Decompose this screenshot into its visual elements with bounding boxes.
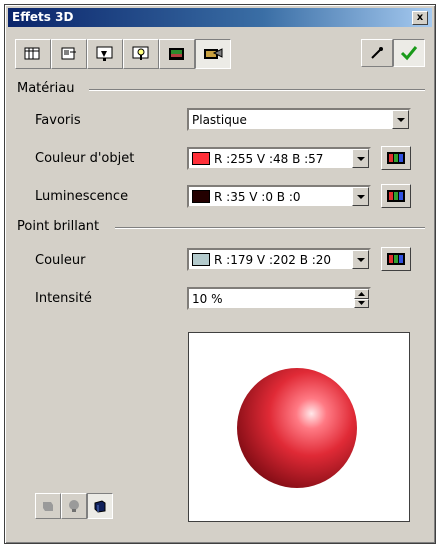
pipette-icon <box>371 47 383 59</box>
close-button[interactable]: x <box>412 11 428 25</box>
chevron-down-icon <box>356 156 365 161</box>
highlight-color-swatch <box>192 253 210 266</box>
highlight-section-label: Point brillant <box>17 219 100 234</box>
luminescence-value: R :35 V :0 B :0 <box>214 189 301 204</box>
spin-down-button[interactable] <box>354 298 369 308</box>
title-bar: Effets 3D x <box>8 8 432 27</box>
chevron-up-icon <box>358 291 365 296</box>
highlight-color-dropdown-arrow[interactable] <box>352 250 369 269</box>
preview-mode-tools <box>35 493 113 519</box>
color-palette-icon <box>387 253 405 265</box>
luminescence-swatch <box>192 190 210 203</box>
tab-material[interactable] <box>195 39 231 69</box>
object-color-value: R :255 V :48 B :57 <box>214 151 324 166</box>
apply-button[interactable] <box>393 39 425 67</box>
light-bulb-icon <box>132 46 149 60</box>
highlight-divider <box>115 227 425 229</box>
chevron-down-icon <box>356 194 365 199</box>
close-icon: x <box>416 12 424 23</box>
luminescence-dropdown-arrow[interactable] <box>352 187 369 206</box>
intensity-label: Intensité <box>35 291 92 306</box>
highlight-color-value: R :179 V :202 B :20 <box>214 252 332 267</box>
object-color-palette-button[interactable] <box>381 146 411 170</box>
luminescence-dropdown[interactable]: R :35 V :0 B :0 <box>187 185 371 208</box>
color-palette-icon <box>387 152 405 164</box>
checkmark-icon <box>400 46 418 61</box>
effets-3d-window: Effets 3D x Matériau Favoris Plastique C… <box>4 4 436 544</box>
intensity-spin-buttons <box>354 289 369 308</box>
shading-icon <box>61 47 76 60</box>
tab-toolbar <box>15 39 231 71</box>
tab-illumination[interactable] <box>87 39 123 69</box>
luminescence-label: Luminescence <box>35 189 129 204</box>
light-toggle-icon <box>69 500 79 512</box>
favorites-label: Favoris <box>35 113 81 128</box>
cube-3d-icon <box>94 500 106 513</box>
chevron-down-icon <box>396 117 405 122</box>
material-divider <box>89 89 425 91</box>
tab-textures[interactable] <box>159 39 195 69</box>
favorites-dropdown-arrow[interactable] <box>392 110 409 129</box>
assign-button[interactable] <box>361 39 393 67</box>
illumination-icon <box>96 46 113 61</box>
intensity-spinbox[interactable]: 10 % <box>187 287 371 310</box>
object-color-swatch <box>192 152 210 165</box>
cube-flat-icon <box>43 502 53 511</box>
favorites-dropdown[interactable]: Plastique <box>187 108 411 131</box>
textures-icon <box>169 48 184 60</box>
color-palette-icon <box>387 190 405 202</box>
action-tools <box>361 39 425 67</box>
tab-geometry[interactable] <box>15 39 51 69</box>
highlight-color-palette-button[interactable] <box>381 247 411 271</box>
preview-pane <box>188 332 410 522</box>
favorites-value: Plastique <box>192 112 247 127</box>
object-color-dropdown[interactable]: R :255 V :48 B :57 <box>187 147 371 170</box>
object-color-dropdown-arrow[interactable] <box>352 149 369 168</box>
chevron-down-icon <box>356 257 365 262</box>
window-title: Effets 3D <box>12 10 74 24</box>
highlight-color-dropdown[interactable]: R :179 V :202 B :20 <box>187 248 371 271</box>
highlight-color-label: Couleur <box>35 253 86 268</box>
material-icon <box>204 48 223 59</box>
material-section-label: Matériau <box>17 81 75 96</box>
spin-up-button[interactable] <box>354 289 369 299</box>
preview-sphere <box>237 368 357 488</box>
luminescence-palette-button[interactable] <box>381 184 411 208</box>
chevron-down-icon <box>358 301 365 306</box>
tab-shading[interactable] <box>51 39 87 69</box>
3d-view-button[interactable] <box>87 493 113 519</box>
tab-light[interactable] <box>123 39 159 69</box>
intensity-value: 10 % <box>192 291 223 306</box>
object-color-label: Couleur d'objet <box>35 151 135 166</box>
flat-shading-button[interactable] <box>35 493 61 519</box>
light-preview-button[interactable] <box>61 493 87 519</box>
geometry-icon <box>24 47 40 60</box>
